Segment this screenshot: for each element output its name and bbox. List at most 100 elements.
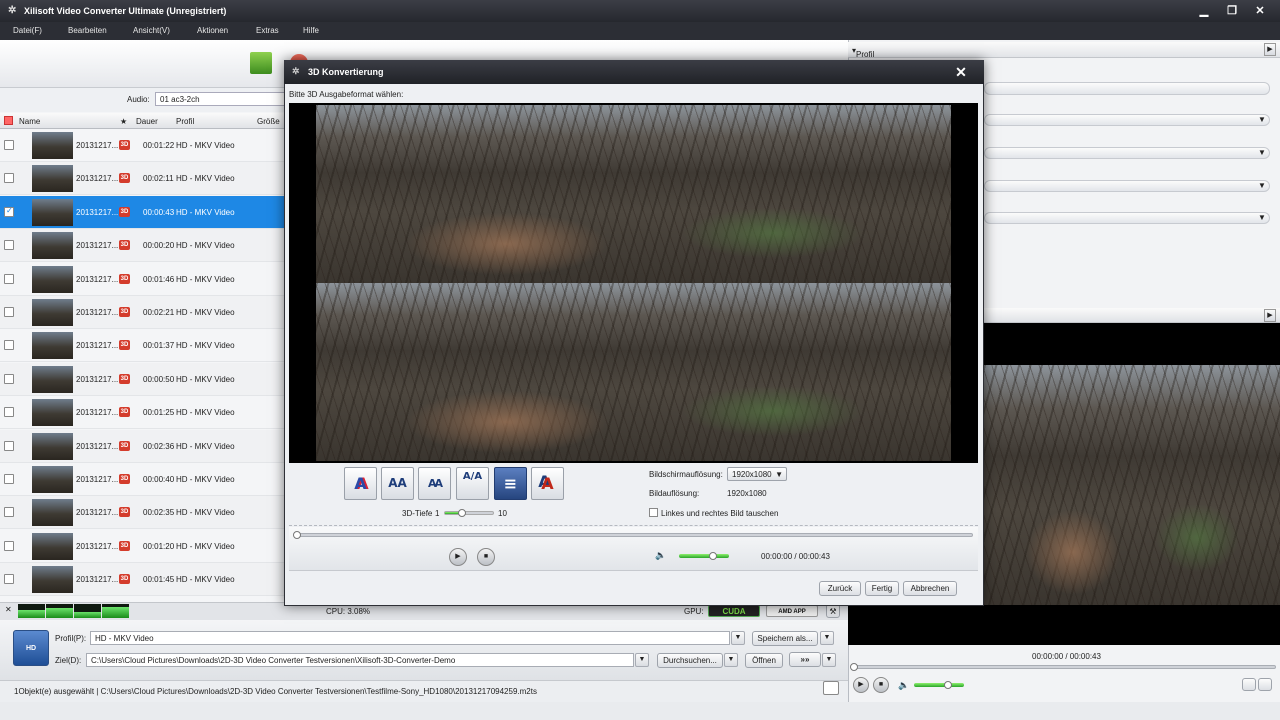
menu-extras[interactable]: Extras: [256, 26, 279, 35]
table-row[interactable]: 20131217... 3D 00:01:25 HD - MKV Video: [0, 396, 286, 430]
row-checkbox[interactable]: [4, 474, 14, 484]
chevron-down-icon[interactable]: ▼: [1255, 114, 1269, 126]
list-view-icon[interactable]: [823, 681, 839, 695]
row-checkbox[interactable]: [4, 240, 14, 251]
row-checkbox[interactable]: [4, 507, 14, 518]
depth-slider-knob[interactable]: [458, 509, 466, 517]
col-duration[interactable]: Dauer: [136, 117, 158, 126]
row-checkbox[interactable]: [4, 407, 14, 418]
row-checkbox[interactable]: [4, 307, 14, 317]
profile-dropdown-icon[interactable]: ▼: [731, 631, 745, 645]
back-button[interactable]: Zurück: [819, 581, 861, 596]
table-row[interactable]: 20131217... 3D 00:00:40 HD - MKV Video: [0, 463, 286, 496]
menu-edit[interactable]: Bearbeiten: [68, 26, 107, 35]
minimize-button[interactable]: ▁: [1194, 4, 1214, 18]
row-checkbox[interactable]: [4, 173, 14, 184]
screen-resolution-select[interactable]: 1920x1080 ▼: [727, 467, 787, 481]
profile-option-select[interactable]: [984, 114, 1270, 126]
table-row[interactable]: 20131217... 3D 00:00:50 HD - MKV Video: [0, 362, 286, 396]
table-row[interactable]: 20131217... 3D 00:02:21 HD - MKV Video: [0, 296, 286, 329]
chevron-down-icon[interactable]: ▼: [1255, 147, 1269, 159]
dialog-volume-slider[interactable]: [679, 554, 729, 558]
settings-wrench-icon[interactable]: ⚒: [826, 604, 840, 618]
snapshot-folder-icon[interactable]: [1242, 678, 1256, 691]
swap-images-checkbox[interactable]: [649, 508, 658, 517]
preview-seek-bar[interactable]: [852, 665, 1276, 669]
chevron-down-icon[interactable]: ▼: [1255, 212, 1269, 224]
col-name[interactable]: Name: [19, 117, 40, 126]
save-as-dropdown-icon[interactable]: ▼: [820, 631, 834, 645]
chevron-down-icon[interactable]: ▼: [1255, 180, 1269, 192]
audio-select[interactable]: 01 ac3-2ch: [155, 92, 285, 106]
profile-option-select[interactable]: [984, 180, 1270, 192]
row-checkbox[interactable]: [4, 273, 14, 284]
target-dropdown-icon[interactable]: ▼: [635, 653, 649, 667]
preview-seek-knob[interactable]: [850, 663, 858, 671]
open-button[interactable]: Öffnen: [745, 653, 783, 668]
camera-icon[interactable]: [1258, 678, 1272, 691]
table-row[interactable]: 20131217... 3D 00:01:22 HD - MKV Video: [0, 129, 286, 162]
dialog-stop-button[interactable]: ■: [477, 548, 495, 566]
profile-panel-header[interactable]: Profil ▾: [848, 42, 1280, 59]
dialog-seek-bar[interactable]: [295, 533, 973, 537]
depth-slider[interactable]: [444, 511, 494, 515]
table-row[interactable]: 20131217... 3D 00:02:11 HD - MKV Video: [0, 162, 286, 196]
top-bottom-half-mode-button[interactable]: ≡: [494, 467, 527, 500]
profile-name-field[interactable]: [984, 82, 1270, 95]
row-checkbox[interactable]: [4, 373, 14, 384]
col-profile[interactable]: Profil: [176, 117, 194, 126]
preview-stop-button[interactable]: ■: [873, 677, 889, 693]
browse-button[interactable]: Durchsuchen...: [657, 653, 723, 668]
top-bottom-mode-button[interactable]: A/A: [456, 467, 489, 500]
done-button[interactable]: Fertig: [865, 581, 899, 596]
dialog-volume-knob[interactable]: [709, 552, 717, 560]
profile-option-select[interactable]: [984, 147, 1270, 159]
table-row[interactable]: 20131217... 3D 00:01:20 HD - MKV Video: [0, 530, 286, 563]
add-file-icon[interactable]: [250, 52, 272, 74]
speaker-icon[interactable]: 🔈: [898, 680, 909, 691]
browse-dropdown-icon[interactable]: ▼: [724, 653, 738, 667]
table-row[interactable]: ✓ 20131217... 3D 00:00:43 HD - MKV Video: [0, 195, 286, 229]
dialog-close-button[interactable]: ✕: [952, 63, 970, 81]
convert-dropdown-icon[interactable]: ▼: [822, 653, 836, 667]
row-checkbox[interactable]: [4, 540, 14, 551]
table-row[interactable]: 20131217... 3D 00:01:45 HD - MKV Video: [0, 563, 286, 597]
side-by-side-half-mode-button[interactable]: AA: [418, 467, 451, 500]
row-checkbox[interactable]: [4, 440, 14, 451]
table-row[interactable]: 20131217... 3D 00:02:36 HD - MKV Video: [0, 429, 286, 463]
table-row[interactable]: 20131217... 3D 00:01:37 HD - MKV Video: [0, 329, 286, 363]
dialog-speaker-icon[interactable]: 🔈: [655, 550, 666, 561]
col-star[interactable]: ★: [120, 117, 127, 126]
anaglyph-mode-button[interactable]: A: [344, 467, 377, 500]
menu-actions[interactable]: Aktionen: [197, 26, 228, 35]
preview-expand-arrow-icon[interactable]: ▶: [1264, 309, 1276, 322]
convert-button[interactable]: »»: [789, 652, 821, 667]
table-row[interactable]: 20131217... 3D 00:00:20 HD - MKV Video: [0, 229, 286, 263]
table-row[interactable]: 20131217... 3D 00:01:46 HD - MKV Video: [0, 263, 286, 296]
col-size[interactable]: Größe: [257, 117, 280, 126]
row-checkbox[interactable]: [4, 574, 14, 585]
preview-volume-knob[interactable]: [944, 681, 952, 689]
menu-view[interactable]: Ansicht(V): [133, 26, 170, 35]
preview-volume-slider[interactable]: [914, 683, 964, 687]
dialog-seek-knob[interactable]: [293, 531, 301, 539]
side-by-side-mode-button[interactable]: AA: [381, 467, 414, 500]
target-path-field[interactable]: C:\Users\Cloud Pictures\Downloads\2D-3D …: [86, 653, 634, 667]
row-checkbox[interactable]: [4, 340, 14, 351]
preview-play-button[interactable]: ▶: [853, 677, 869, 693]
table-row[interactable]: 20131217... 3D 00:02:35 HD - MKV Video: [0, 496, 286, 530]
close-status-icon[interactable]: ✕: [5, 605, 12, 614]
close-window-button[interactable]: ✕: [1250, 4, 1270, 18]
row-checkbox[interactable]: ✓: [4, 206, 14, 217]
select-all-checkbox[interactable]: [4, 116, 13, 125]
color-anaglyph-mode-button[interactable]: A: [531, 467, 564, 500]
amd-app-button[interactable]: AMD APP: [766, 605, 818, 617]
row-checkbox[interactable]: [4, 140, 14, 150]
panel-expand-arrow-icon[interactable]: ▶: [1264, 43, 1276, 56]
cancel-button[interactable]: Abbrechen: [903, 581, 957, 596]
menu-help[interactable]: Hilfe: [303, 26, 319, 35]
profile-video-icon[interactable]: HD: [13, 630, 49, 666]
dialog-play-button[interactable]: ▶: [449, 548, 467, 566]
profile-option-select[interactable]: [984, 212, 1270, 224]
cuda-button[interactable]: CUDA: [708, 605, 760, 617]
